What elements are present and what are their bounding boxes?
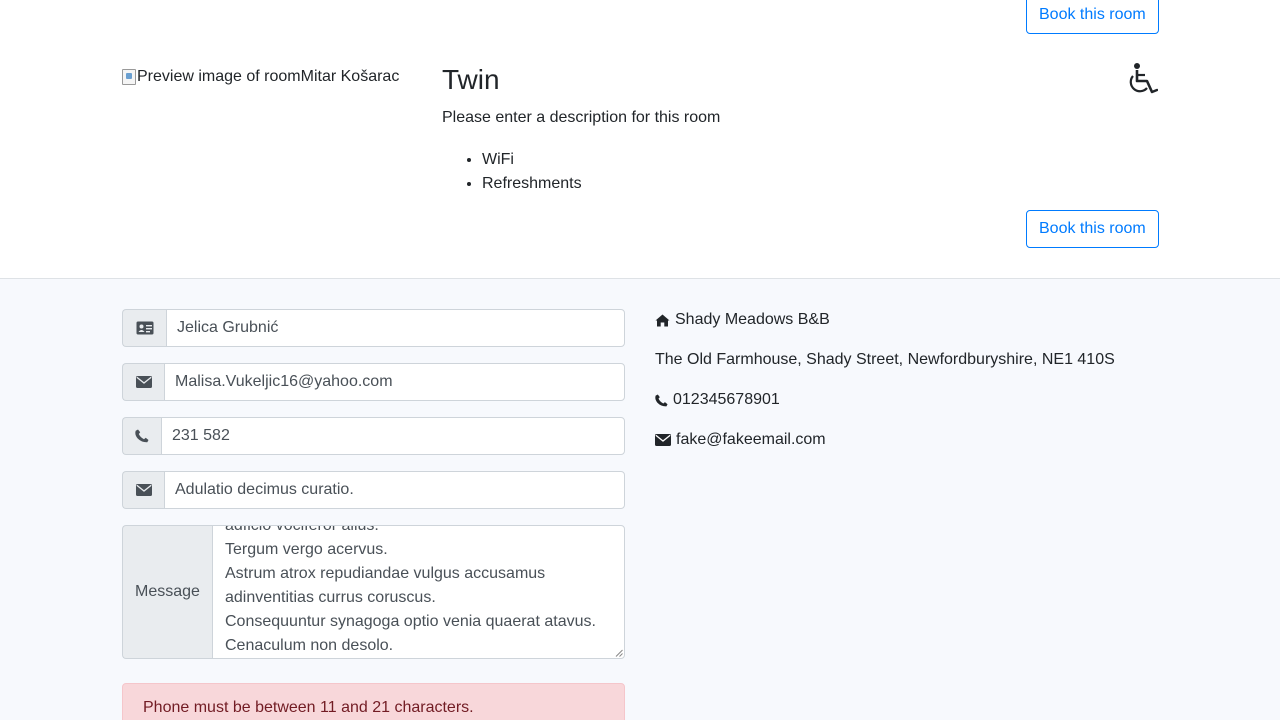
- resize-handle-icon[interactable]: [615, 649, 623, 657]
- business-address: The Old Farmhouse, Shady Street, Newford…: [655, 348, 1115, 372]
- business-phone: 012345678901: [655, 388, 780, 412]
- room-title: Twin: [442, 64, 500, 95]
- business-name-text: Shady Meadows B&B: [675, 311, 830, 328]
- message-input-group: Message adficio vociferor alius. Tergum …: [122, 525, 625, 659]
- phone-icon: [122, 417, 161, 455]
- error-text: Phone must be between 11 and 21 characte…: [143, 699, 474, 716]
- phone-text: 012345678901: [673, 391, 780, 408]
- id-card-icon: [122, 309, 166, 347]
- wheelchair-icon: [1129, 63, 1158, 94]
- phone-error-alert: Phone must be between 11 and 21 characte…: [122, 683, 625, 720]
- feature-item: Refreshments: [482, 172, 582, 196]
- room-features-list: WiFi Refreshments: [482, 148, 582, 196]
- email-field[interactable]: Malisa.Vukeljic16@yahoo.com: [164, 363, 625, 401]
- business-name: Shady Meadows B&B: [655, 308, 830, 332]
- subject-field[interactable]: Adulatio decimus curatio.: [164, 471, 625, 509]
- phone-field[interactable]: 231 582: [161, 417, 625, 455]
- message-label: Message: [122, 525, 212, 659]
- envelope-icon: [122, 363, 164, 401]
- name-field[interactable]: Jelica Grubnić: [166, 309, 625, 347]
- phone-icon: [655, 393, 668, 407]
- broken-image-icon: [122, 69, 136, 85]
- phone-input-group: 231 582: [122, 417, 625, 455]
- book-room-button-top[interactable]: Book this room: [1026, 0, 1159, 34]
- room-image-credit: Mitar Košarac: [300, 68, 400, 85]
- business-email: fake@fakeemail.com: [655, 428, 826, 452]
- home-icon: [655, 314, 670, 327]
- email-input-group: Malisa.Vukeljic16@yahoo.com: [122, 363, 625, 401]
- envelope-icon: [122, 471, 164, 509]
- envelope-icon: [655, 434, 671, 446]
- subject-input-group: Adulatio decimus curatio.: [122, 471, 625, 509]
- email-text: fake@fakeemail.com: [676, 431, 826, 448]
- room-image-alt: Preview image of room: [137, 68, 301, 85]
- name-input-group: Jelica Grubnić: [122, 309, 625, 347]
- message-textarea[interactable]: adficio vociferor alius. Tergum vergo ac…: [212, 525, 625, 659]
- book-room-button[interactable]: Book this room: [1026, 210, 1159, 248]
- message-text: adficio vociferor alius. Tergum vergo ac…: [225, 525, 596, 654]
- address-text: The Old Farmhouse, Shady Street, Newford…: [655, 351, 1115, 368]
- room-description: Please enter a description for this room: [442, 109, 721, 126]
- feature-item: WiFi: [482, 148, 582, 172]
- room-preview-image: Preview image of room Mitar Košarac: [122, 65, 412, 89]
